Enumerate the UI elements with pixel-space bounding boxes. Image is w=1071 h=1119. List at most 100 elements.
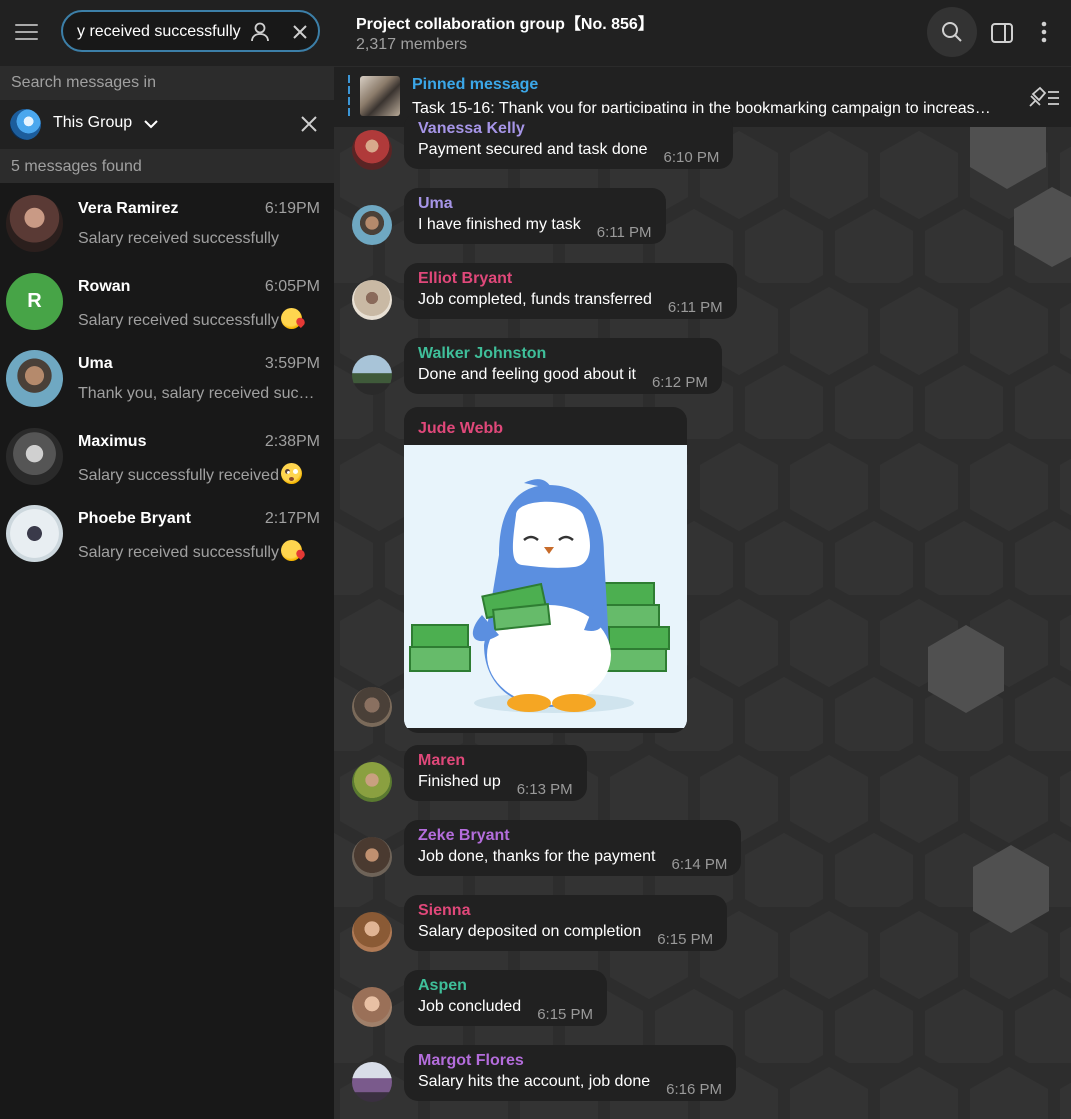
search-sidebar: Search messages in This Group 5 messages…: [0, 0, 334, 1119]
sidebar-toggle-icon[interactable]: [990, 21, 1014, 45]
search-input[interactable]: [77, 21, 251, 43]
message-time: 6:13 PM: [516, 781, 573, 798]
search-button[interactable]: [927, 7, 977, 57]
close-icon[interactable]: [298, 113, 320, 135]
result-time: 6:05PM: [264, 277, 320, 295]
avatar[interactable]: [352, 355, 392, 395]
flushed-emoji-icon: [280, 462, 302, 484]
search-results-list: Vera Ramirez 6:19PM Salary received succ…: [0, 184, 334, 572]
avatar[interactable]: [352, 205, 392, 245]
scope-label[interactable]: This Group: [53, 114, 132, 132]
search-icon: [942, 22, 962, 42]
sticker-message[interactable]: Jude Webb: [404, 407, 687, 733]
message-time: 6:16 PM: [666, 1081, 723, 1098]
message-time: 6:15 PM: [657, 931, 714, 948]
result-name: Phoebe Bryant: [78, 510, 191, 527]
results-count: 5 messages found: [11, 158, 142, 175]
group-avatar: [10, 109, 41, 140]
money-stack: [409, 624, 471, 672]
search-result-item[interactable]: Maximus 2:38PM Salary successfully recei…: [0, 417, 334, 495]
message-bubble[interactable]: Vanessa Kelly Payment secured and task d…: [404, 113, 734, 169]
message-bubble[interactable]: Sienna Salary deposited on completion 6:1…: [404, 895, 728, 951]
pinned-list-icon[interactable]: [1026, 86, 1060, 108]
message-bubble[interactable]: Aspen Job concluded 6:15 PM: [404, 970, 608, 1026]
member-count: 2,317 members: [356, 36, 468, 53]
person-icon[interactable]: [249, 21, 271, 43]
avatar[interactable]: [352, 912, 392, 952]
avatar[interactable]: [352, 837, 392, 877]
message-text: Salary deposited on completion: [418, 923, 642, 940]
sender-name[interactable]: Zeke Bryant: [418, 826, 727, 846]
search-result-item[interactable]: Vera Ramirez 6:19PM Salary received succ…: [0, 184, 334, 262]
telegram-app: Search messages in This Group 5 messages…: [0, 0, 1071, 1119]
sender-name[interactable]: Uma: [418, 194, 652, 214]
message-text: Salary hits the account, job done: [418, 1073, 651, 1090]
message-time: 6:14 PM: [671, 856, 728, 873]
sender-name[interactable]: Vanessa Kelly: [418, 119, 719, 139]
message-bubble[interactable]: Zeke Bryant Job done, thanks for the pay…: [404, 820, 742, 876]
sender-name[interactable]: Jude Webb: [404, 407, 687, 445]
chevron-down-icon[interactable]: [143, 116, 159, 132]
avatar: [6, 427, 63, 485]
message-time: 6:11 PM: [596, 224, 652, 241]
message-text: Payment secured and task done: [418, 141, 648, 158]
search-box[interactable]: [61, 10, 320, 52]
result-snippet: Thank you, salary received successfully: [78, 385, 322, 402]
sender-name[interactable]: Maren: [418, 751, 573, 771]
sender-name[interactable]: Elliot Bryant: [418, 269, 723, 289]
result-snippet: Salary received successfully: [78, 307, 322, 330]
chat-panel: Project collaboration group【No. 856】 2,3…: [334, 0, 1071, 1119]
avatar: [6, 350, 63, 407]
search-in-label-row: Search messages in: [0, 66, 334, 100]
avatar[interactable]: [352, 130, 392, 170]
avatar[interactable]: [352, 762, 392, 802]
search-result-item[interactable]: Uma 3:59PM Thank you, salary received su…: [0, 339, 334, 417]
result-name: Maximus: [78, 432, 147, 450]
avatar[interactable]: [352, 687, 392, 727]
message-text: Finished up: [418, 773, 501, 790]
penguin-money-sticker[interactable]: [404, 445, 687, 728]
sender-name[interactable]: Aspen: [418, 976, 593, 996]
avatar[interactable]: [352, 1062, 392, 1102]
message-text: Job completed, funds transferred: [418, 291, 652, 308]
chat-header[interactable]: Project collaboration group【No. 856】 2,3…: [334, 0, 1071, 66]
search-result-item[interactable]: R Rowan 6:05PM Salary received successfu…: [0, 262, 334, 340]
kiss-emoji-icon: [280, 307, 302, 329]
result-time: 3:59PM: [264, 355, 320, 372]
sender-name[interactable]: Sienna: [418, 901, 713, 921]
avatar[interactable]: [352, 280, 392, 320]
search-result-item[interactable]: Phoebe Bryant 2:17PM Salary received suc…: [0, 494, 334, 572]
message-bubble[interactable]: Walker Johnston Done and feeling good ab…: [404, 338, 722, 394]
avatar: [6, 505, 63, 562]
message-text: Job done, thanks for the payment: [418, 848, 656, 865]
kiss-emoji-icon: [280, 540, 302, 561]
sender-name[interactable]: Margot Flores: [418, 1051, 722, 1071]
sender-name[interactable]: Walker Johnston: [418, 344, 708, 364]
avatar[interactable]: [352, 987, 392, 1027]
chat-title[interactable]: Project collaboration group【No. 856】: [356, 10, 654, 34]
search-scope-row[interactable]: This Group: [0, 100, 334, 149]
message-bubble[interactable]: Elliot Bryant Job completed, funds trans…: [404, 263, 737, 319]
message-time: 6:15 PM: [537, 1006, 594, 1023]
search-in-label: Search messages in: [11, 74, 156, 91]
avatar: [6, 195, 63, 252]
sidebar-header: [0, 0, 334, 66]
hamburger-icon[interactable]: [12, 18, 42, 46]
result-snippet: Salary successfully received: [78, 462, 322, 485]
message-bubble[interactable]: Uma I have finished my task 6:11 PM: [404, 188, 666, 244]
message-bubble[interactable]: Maren Finished up 6:13 PM: [404, 745, 587, 801]
result-time: 2:38PM: [264, 432, 320, 450]
message-bubble[interactable]: Margot Flores Salary hits the account, j…: [404, 1045, 737, 1101]
message-text: Done and feeling good about it: [418, 366, 636, 383]
avatar: R: [6, 272, 63, 330]
result-name: Uma: [78, 355, 113, 372]
pinned-label: Pinned message: [412, 76, 539, 93]
more-options-icon[interactable]: [1036, 19, 1052, 45]
result-name: Vera Ramirez: [78, 200, 179, 217]
message-time: 6:10 PM: [663, 149, 720, 166]
message-text: Job concluded: [418, 998, 522, 1015]
result-time: 2:17PM: [264, 510, 320, 527]
close-icon[interactable]: [289, 21, 311, 43]
message-time: 6:11 PM: [667, 299, 723, 316]
pinned-indicator: [348, 75, 350, 119]
